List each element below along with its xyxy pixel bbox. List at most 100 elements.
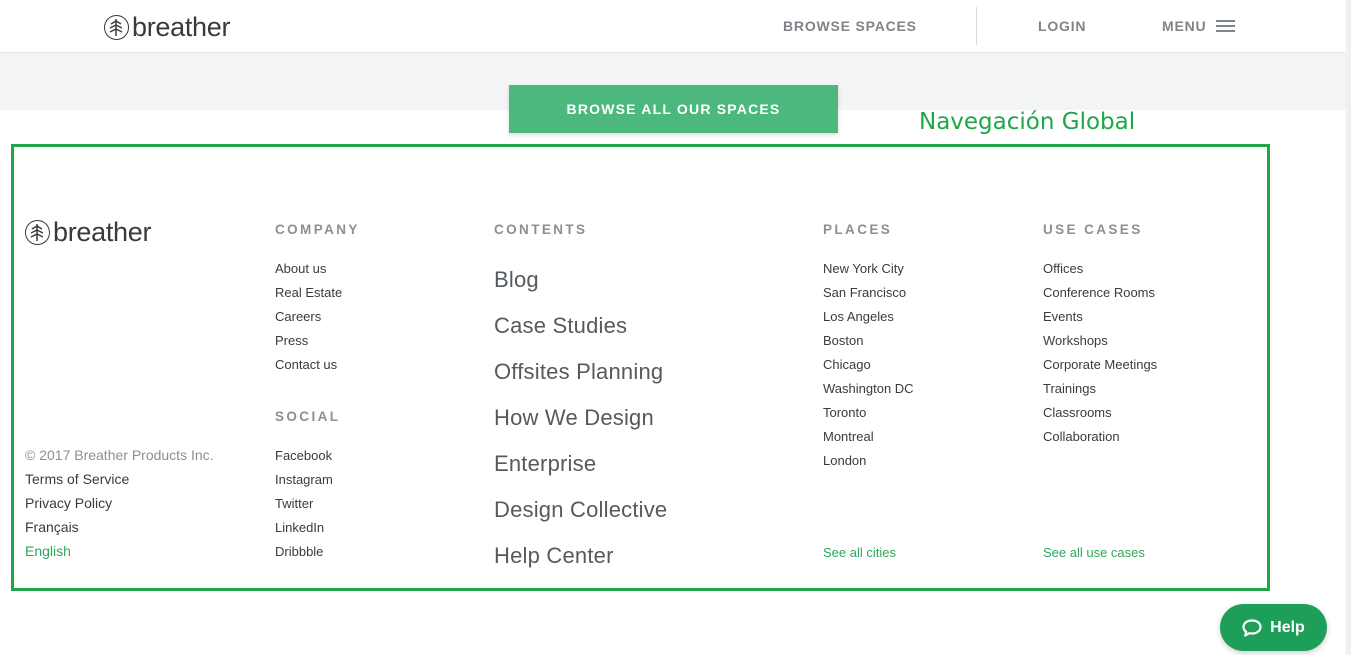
list-item[interactable]: Français bbox=[25, 515, 214, 539]
list-item[interactable]: Case Studies bbox=[494, 303, 667, 349]
list-item[interactable]: Instagram bbox=[275, 468, 333, 492]
footer-link-london[interactable]: London bbox=[823, 453, 866, 468]
use-cases-heading: USE CASES bbox=[1043, 222, 1143, 237]
list-item[interactable]: Enterprise bbox=[494, 441, 667, 487]
footer-link-careers[interactable]: Careers bbox=[275, 309, 321, 324]
footer-link-blog[interactable]: Blog bbox=[494, 267, 539, 292]
footer-link-collaboration[interactable]: Collaboration bbox=[1043, 429, 1120, 444]
list-item[interactable]: Twitter bbox=[275, 492, 333, 516]
list-item[interactable]: Blog bbox=[494, 257, 667, 303]
list-item[interactable]: Workshops bbox=[1043, 329, 1157, 353]
list-item[interactable]: Terms of Service bbox=[25, 467, 214, 491]
footer-link-dribbble[interactable]: Dribbble bbox=[275, 544, 323, 559]
social-heading: SOCIAL bbox=[275, 409, 341, 424]
footer-link-montreal[interactable]: Montreal bbox=[823, 429, 874, 444]
social-links: Facebook Instagram Twitter LinkedIn Drib… bbox=[275, 444, 333, 564]
terms-of-service-link[interactable]: Terms of Service bbox=[25, 471, 129, 487]
help-button[interactable]: Help bbox=[1220, 604, 1327, 651]
nav-login[interactable]: LOGIN bbox=[1038, 18, 1086, 34]
footer-link-instagram[interactable]: Instagram bbox=[275, 472, 333, 487]
footer-link-trainings[interactable]: Trainings bbox=[1043, 381, 1096, 396]
list-item[interactable]: Collaboration bbox=[1043, 425, 1157, 449]
list-item[interactable]: LinkedIn bbox=[275, 516, 333, 540]
footer-link-workshops[interactable]: Workshops bbox=[1043, 333, 1108, 348]
places-links: New York City San Francisco Los Angeles … bbox=[823, 257, 914, 473]
footer-link-offsites-planning[interactable]: Offsites Planning bbox=[494, 359, 663, 384]
list-item[interactable]: Montreal bbox=[823, 425, 914, 449]
list-item[interactable]: Design Collective bbox=[494, 487, 667, 533]
scrollbar-track[interactable] bbox=[1346, 0, 1351, 655]
footer-link-boston[interactable]: Boston bbox=[823, 333, 863, 348]
see-all-cities-link[interactable]: See all cities bbox=[823, 545, 896, 560]
list-item[interactable]: Contact us bbox=[275, 353, 342, 377]
footer-link-help-center[interactable]: Help Center bbox=[494, 543, 614, 568]
footer-link-toronto[interactable]: Toronto bbox=[823, 405, 866, 420]
list-item[interactable]: About us bbox=[275, 257, 342, 281]
list-item[interactable]: Chicago bbox=[823, 353, 914, 377]
footer-link-chicago[interactable]: Chicago bbox=[823, 357, 871, 372]
list-item[interactable]: Real Estate bbox=[275, 281, 342, 305]
list-item[interactable]: Press bbox=[275, 329, 342, 353]
contents-heading: CONTENTS bbox=[494, 222, 588, 237]
help-label: Help bbox=[1270, 618, 1305, 636]
chat-bubble-icon bbox=[1242, 618, 1262, 637]
footer-link-how-we-design[interactable]: How We Design bbox=[494, 405, 654, 430]
list-item[interactable]: Offices bbox=[1043, 257, 1157, 281]
footer-link-offices[interactable]: Offices bbox=[1043, 261, 1083, 276]
list-item[interactable]: Los Angeles bbox=[823, 305, 914, 329]
list-item[interactable]: Conference Rooms bbox=[1043, 281, 1157, 305]
brand-wordmark: breather bbox=[53, 217, 152, 247]
site-header: breather BROWSE SPACES LOGIN MENU bbox=[0, 0, 1351, 53]
copyright-text: © 2017 Breather Products Inc. bbox=[25, 447, 214, 463]
list-item[interactable]: Careers bbox=[275, 305, 342, 329]
list-item[interactable]: Toronto bbox=[823, 401, 914, 425]
browse-all-spaces-button[interactable]: BROWSE ALL OUR SPACES bbox=[509, 85, 838, 133]
language-french-link[interactable]: Français bbox=[25, 519, 79, 535]
footer-link-facebook[interactable]: Facebook bbox=[275, 448, 332, 463]
footer-link-los-angeles[interactable]: Los Angeles bbox=[823, 309, 894, 324]
footer-link-conference-rooms[interactable]: Conference Rooms bbox=[1043, 285, 1155, 300]
list-item[interactable]: Corporate Meetings bbox=[1043, 353, 1157, 377]
footer-link-twitter[interactable]: Twitter bbox=[275, 496, 313, 511]
list-item[interactable]: Classrooms bbox=[1043, 401, 1157, 425]
list-item[interactable]: Boston bbox=[823, 329, 914, 353]
footer-link-san-francisco[interactable]: San Francisco bbox=[823, 285, 906, 300]
footer-logo[interactable]: breather bbox=[25, 217, 151, 248]
footer-link-linkedin[interactable]: LinkedIn bbox=[275, 520, 324, 535]
privacy-policy-link[interactable]: Privacy Policy bbox=[25, 495, 112, 511]
footer-link-enterprise[interactable]: Enterprise bbox=[494, 451, 596, 476]
footer-link-case-studies[interactable]: Case Studies bbox=[494, 313, 627, 338]
list-item[interactable]: How We Design bbox=[494, 395, 667, 441]
list-item[interactable]: Events bbox=[1043, 305, 1157, 329]
list-item[interactable]: English bbox=[25, 539, 214, 563]
footer-link-press[interactable]: Press bbox=[275, 333, 308, 348]
language-english-link[interactable]: English bbox=[25, 543, 71, 559]
list-item[interactable]: Washington DC bbox=[823, 377, 914, 401]
list-item[interactable]: Trainings bbox=[1043, 377, 1157, 401]
list-item[interactable]: Offsites Planning bbox=[494, 349, 667, 395]
footer-link-real-estate[interactable]: Real Estate bbox=[275, 285, 342, 300]
footer-link-classrooms[interactable]: Classrooms bbox=[1043, 405, 1112, 420]
list-item[interactable]: Facebook bbox=[275, 444, 333, 468]
footer-link-contact-us[interactable]: Contact us bbox=[275, 357, 337, 372]
footer-link-new-york-city[interactable]: New York City bbox=[823, 261, 904, 276]
list-item[interactable]: New York City bbox=[823, 257, 914, 281]
footer-link-events[interactable]: Events bbox=[1043, 309, 1083, 324]
footer-link-design-collective[interactable]: Design Collective bbox=[494, 497, 667, 522]
header-logo[interactable]: breather bbox=[104, 12, 230, 43]
places-heading: PLACES bbox=[823, 222, 893, 237]
footer-link-washington-dc[interactable]: Washington DC bbox=[823, 381, 914, 396]
see-all-use-cases-link[interactable]: See all use cases bbox=[1043, 545, 1145, 560]
footer-link-corporate-meetings[interactable]: Corporate Meetings bbox=[1043, 357, 1157, 372]
nav-menu-button[interactable]: MENU bbox=[1162, 18, 1236, 34]
footer-link-about-us[interactable]: About us bbox=[275, 261, 326, 276]
list-item[interactable]: Help Center bbox=[494, 533, 667, 579]
list-item[interactable]: Dribbble bbox=[275, 540, 333, 564]
list-item[interactable]: London bbox=[823, 449, 914, 473]
nav-divider bbox=[976, 7, 977, 45]
nav-browse-spaces[interactable]: BROWSE SPACES bbox=[783, 18, 917, 34]
list-item[interactable]: San Francisco bbox=[823, 281, 914, 305]
company-heading: COMPANY bbox=[275, 222, 360, 237]
list-item[interactable]: Privacy Policy bbox=[25, 491, 214, 515]
annotation-title: Navegación Global bbox=[919, 109, 1136, 135]
